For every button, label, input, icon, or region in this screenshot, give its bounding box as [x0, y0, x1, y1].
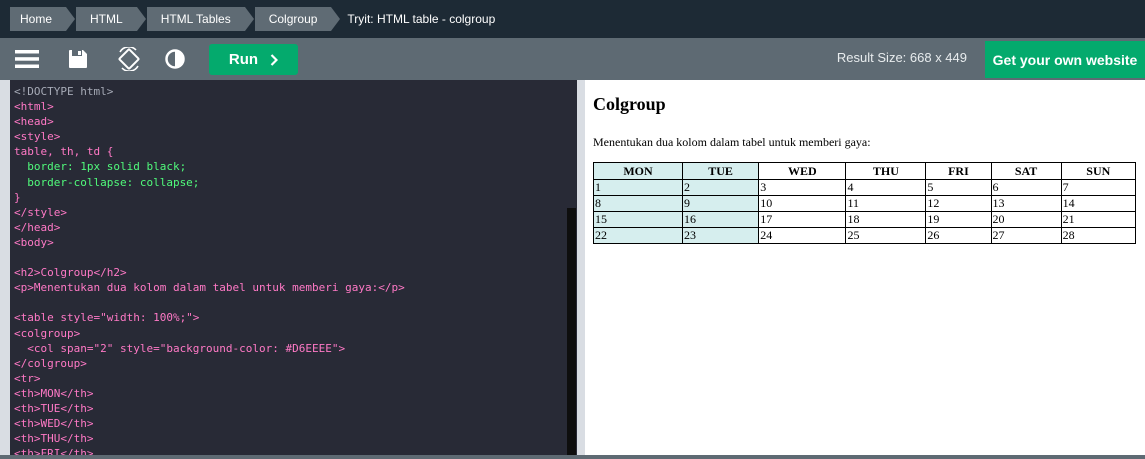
code-editor[interactable]: <!DOCTYPE html> <html> <head> <style> ta…: [10, 80, 577, 459]
table-cell: 14: [1060, 195, 1137, 212]
result-paragraph: Menentukan dua kolom dalam tabel untuk m…: [593, 135, 871, 149]
code-line: <th>MON</th>: [14, 386, 94, 400]
table-cell: 27: [990, 227, 1062, 244]
bottom-border: [0, 455, 1145, 459]
result-heading: Colgroup: [593, 94, 666, 114]
table-cell: 22: [593, 227, 683, 244]
table-header-row: MON TUE WED THU FRI SAT SUN: [593, 162, 1137, 180]
split-divider[interactable]: [577, 80, 585, 459]
table-cell: 28: [1060, 227, 1137, 244]
code-line: }: [14, 190, 21, 204]
code-line: border-collapse: collapse;: [14, 175, 200, 189]
code-line: <!DOCTYPE html>: [14, 85, 114, 98]
code-line: <colgroup>: [14, 326, 81, 340]
table-cell: 10: [758, 195, 847, 212]
breadcrumb: Home HTML HTML Tables Colgroup Tryit: HT…: [10, 7, 495, 31]
result-pane: Colgroup Menentukan dua kolom dalam tabe…: [585, 80, 1145, 459]
code-line: <table style="width: 100%;">: [14, 311, 200, 325]
code-line: <p>Menentukan dua kolom dalam tabel untu…: [14, 281, 405, 295]
table-cell: 26: [925, 227, 992, 244]
get-your-own-website-button[interactable]: Get your own website: [985, 41, 1145, 78]
code-line: <th>WED</th>: [14, 417, 94, 431]
rotate-icon[interactable]: [114, 44, 144, 74]
table-row: 22 23 24 25 26 27 28: [593, 227, 1137, 244]
table-header-cell: SUN: [1060, 162, 1137, 180]
breadcrumb-home[interactable]: Home: [10, 7, 76, 31]
editor-scrollbar[interactable]: [567, 208, 576, 459]
table-cell: 16: [681, 211, 760, 228]
code-line: <th>TUE</th>: [14, 401, 94, 415]
table-cell: 8: [593, 195, 683, 212]
breadcrumb-colgroup[interactable]: Colgroup: [254, 7, 341, 31]
table-cell: 21: [1060, 211, 1137, 228]
table-cell: 20: [990, 211, 1062, 228]
chevron-right-icon: [270, 53, 279, 66]
breadcrumb-html-tables[interactable]: HTML Tables: [146, 7, 254, 31]
code-line: <th>THU</th>: [14, 432, 94, 446]
table-header-cell: WED: [758, 162, 847, 180]
table-row: 1 2 3 4 5 6 7: [593, 179, 1137, 196]
table-header-cell: FRI: [925, 162, 992, 180]
code-line: </colgroup>: [14, 356, 87, 370]
table-cell: 18: [845, 211, 927, 228]
code-text[interactable]: <!DOCTYPE html> <html> <head> <style> ta…: [14, 84, 405, 459]
menu-icon[interactable]: [12, 44, 42, 74]
code-line: <tr>: [14, 371, 41, 385]
contrast-icon[interactable]: [160, 44, 190, 74]
table-cell: 9: [681, 195, 760, 212]
table-cell: 7: [1060, 179, 1137, 196]
breadcrumb-html[interactable]: HTML: [76, 7, 146, 31]
code-line: <h2>Colgroup</h2>: [14, 266, 127, 280]
code-line: <col span="2" style="background-color: #…: [14, 341, 346, 355]
table-cell: 11: [845, 195, 927, 212]
code-line: </style>: [14, 205, 67, 219]
table-cell: 2: [681, 179, 760, 196]
run-button-label: Run: [228, 51, 259, 68]
table-cell: 25: [845, 227, 927, 244]
table-cell: 23: [681, 227, 760, 244]
table-row: 15 16 17 18 19 20 21: [593, 211, 1137, 228]
run-button[interactable]: Run: [209, 44, 298, 75]
table-header-cell: TUE: [681, 162, 760, 180]
code-line: table, th, td {: [14, 145, 114, 159]
result-table: MON TUE WED THU FRI SAT SUN 1 2 3 4 5 6 …: [593, 162, 1137, 244]
code-line: <style>: [14, 130, 61, 144]
table-cell: 24: [758, 227, 847, 244]
toolbar: Run Result Size: 668 x 449 Get your own …: [0, 38, 1145, 80]
breadcrumb-current-page: Tryit: HTML table - colgroup: [347, 12, 496, 26]
table-cell: 4: [845, 179, 927, 196]
table-header-cell: THU: [845, 162, 927, 180]
table-cell: 13: [990, 195, 1062, 212]
table-cell: 5: [925, 179, 992, 196]
table-cell: 12: [925, 195, 992, 212]
code-line: <head>: [14, 115, 54, 129]
table-header-cell: SAT: [990, 162, 1062, 180]
table-cell: 17: [758, 211, 847, 228]
table-cell: 6: [990, 179, 1062, 196]
code-line: border: 1px solid black;: [14, 160, 187, 174]
code-line: <body>: [14, 235, 54, 249]
table-header-cell: MON: [593, 162, 683, 180]
table-cell: 19: [925, 211, 992, 228]
table-cell: 15: [593, 211, 683, 228]
result-size-label: Result Size: 668 x 449: [836, 50, 967, 65]
table-cell: 1: [593, 179, 683, 196]
save-icon[interactable]: [63, 44, 93, 74]
code-line: </head>: [14, 220, 61, 234]
table-cell: 3: [758, 179, 847, 196]
breadcrumb-bar: Home HTML HTML Tables Colgroup Tryit: HT…: [0, 0, 1145, 38]
code-line: <html>: [14, 100, 54, 114]
table-row: 8 9 10 11 12 13 14: [593, 195, 1137, 212]
